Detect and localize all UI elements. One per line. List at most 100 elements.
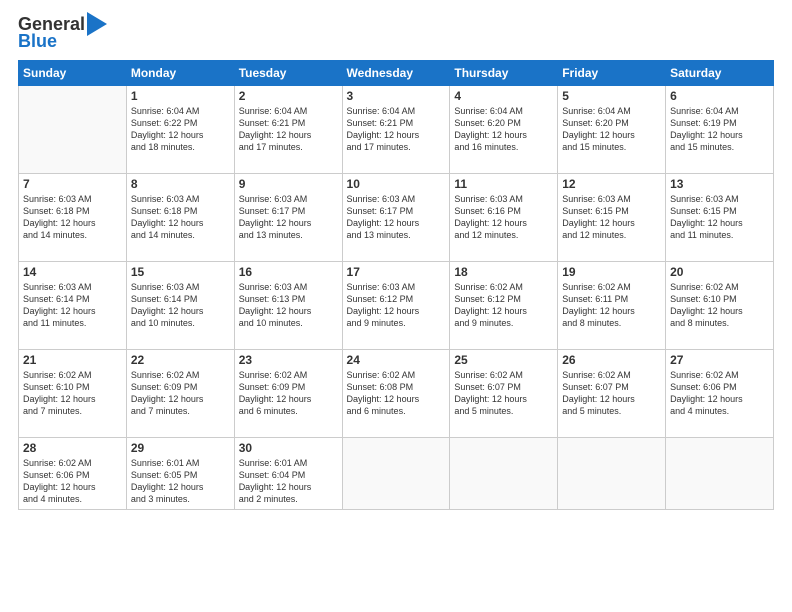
calendar-cell: 20Sunrise: 6:02 AM Sunset: 6:10 PM Dayli… xyxy=(666,262,774,350)
col-header-wednesday: Wednesday xyxy=(342,61,450,86)
logo-text-blue: Blue xyxy=(18,31,57,51)
day-info: Sunrise: 6:04 AM Sunset: 6:21 PM Dayligh… xyxy=(347,105,446,154)
day-info: Sunrise: 6:01 AM Sunset: 6:04 PM Dayligh… xyxy=(239,457,338,506)
calendar-cell: 8 Sunrise: 6:03 AM Sunset: 6:18 PM Daylig… xyxy=(126,174,234,262)
day-info: Sunrise: 6:04 AM Sunset: 6:20 PM Dayligh… xyxy=(454,105,553,154)
day-info: Sunrise: 6:04 AM Sunset: 6:20 PM Dayligh… xyxy=(562,105,661,154)
logo: General Blue xyxy=(18,14,107,52)
calendar-week-2: 7 Sunrise: 6:03 AM Sunset: 6:18 PM Daylig… xyxy=(19,174,774,262)
calendar-cell: 9Sunrise: 6:03 AM Sunset: 6:17 PM Daylig… xyxy=(234,174,342,262)
calendar-cell xyxy=(450,438,558,510)
day-number: 17 xyxy=(347,265,446,279)
day-info: Sunrise: 6:04 AM Sunset: 6:22 PM Dayligh… xyxy=(131,105,230,154)
calendar-cell: 30 Sunrise: 6:01 AM Sunset: 6:04 PM Dayli… xyxy=(234,438,342,510)
calendar-cell: 4 Sunrise: 6:04 AM Sunset: 6:20 PM Daylig… xyxy=(450,86,558,174)
calendar-cell: 26Sunrise: 6:02 AM Sunset: 6:07 PM Dayli… xyxy=(558,350,666,438)
col-header-thursday: Thursday xyxy=(450,61,558,86)
day-number: 6 xyxy=(670,89,769,103)
day-info: Sunrise: 6:02 AM Sunset: 6:12 PM Dayligh… xyxy=(454,281,553,330)
day-info: Sunrise: 6:04 AM Sunset: 6:19 PM Dayligh… xyxy=(670,105,769,154)
day-number: 13 xyxy=(670,177,769,191)
calendar-cell: 22 Sunrise: 6:02 AM Sunset: 6:09 PM Dayli… xyxy=(126,350,234,438)
calendar-week-1: 1Sunrise: 6:04 AM Sunset: 6:22 PM Daylig… xyxy=(19,86,774,174)
calendar-cell: 2Sunrise: 6:04 AM Sunset: 6:21 PM Daylig… xyxy=(234,86,342,174)
calendar-cell: 23 Sunrise: 6:02 AM Sunset: 6:09 PM Dayli… xyxy=(234,350,342,438)
calendar-cell: 10 Sunrise: 6:03 AM Sunset: 6:17 PM Dayli… xyxy=(342,174,450,262)
day-info: Sunrise: 6:03 AM Sunset: 6:13 PM Dayligh… xyxy=(239,281,338,330)
day-info: Sunrise: 6:02 AM Sunset: 6:10 PM Dayligh… xyxy=(23,369,122,418)
day-number: 25 xyxy=(454,353,553,367)
logo-icon xyxy=(87,12,107,36)
day-number: 30 xyxy=(239,441,338,455)
day-info: Sunrise: 6:03 AM Sunset: 6:14 PM Dayligh… xyxy=(23,281,122,330)
calendar-cell: 13 Sunrise: 6:03 AM Sunset: 6:15 PM Dayli… xyxy=(666,174,774,262)
day-number: 18 xyxy=(454,265,553,279)
header: General Blue xyxy=(18,14,774,52)
day-info: Sunrise: 6:04 AM Sunset: 6:21 PM Dayligh… xyxy=(239,105,338,154)
day-number: 4 xyxy=(454,89,553,103)
calendar-cell: 16 Sunrise: 6:03 AM Sunset: 6:13 PM Dayli… xyxy=(234,262,342,350)
calendar-week-3: 14 Sunrise: 6:03 AM Sunset: 6:14 PM Dayli… xyxy=(19,262,774,350)
day-number: 24 xyxy=(347,353,446,367)
day-info: Sunrise: 6:03 AM Sunset: 6:16 PM Dayligh… xyxy=(454,193,553,242)
day-info: Sunrise: 6:02 AM Sunset: 6:11 PM Dayligh… xyxy=(562,281,661,330)
calendar-cell: 17 Sunrise: 6:03 AM Sunset: 6:12 PM Dayli… xyxy=(342,262,450,350)
day-number: 14 xyxy=(23,265,122,279)
day-info: Sunrise: 6:03 AM Sunset: 6:18 PM Dayligh… xyxy=(23,193,122,242)
calendar-cell: 1Sunrise: 6:04 AM Sunset: 6:22 PM Daylig… xyxy=(126,86,234,174)
day-info: Sunrise: 6:01 AM Sunset: 6:05 PM Dayligh… xyxy=(131,457,230,506)
col-header-monday: Monday xyxy=(126,61,234,86)
calendar-cell: 18 Sunrise: 6:02 AM Sunset: 6:12 PM Dayli… xyxy=(450,262,558,350)
calendar-cell: 28Sunrise: 6:02 AM Sunset: 6:06 PM Dayli… xyxy=(19,438,127,510)
calendar-cell xyxy=(342,438,450,510)
day-info: Sunrise: 6:03 AM Sunset: 6:15 PM Dayligh… xyxy=(670,193,769,242)
day-info: Sunrise: 6:02 AM Sunset: 6:09 PM Dayligh… xyxy=(131,369,230,418)
calendar-week-5: 28Sunrise: 6:02 AM Sunset: 6:06 PM Dayli… xyxy=(19,438,774,510)
day-number: 8 xyxy=(131,177,230,191)
calendar-week-4: 21 Sunrise: 6:02 AM Sunset: 6:10 PM Dayli… xyxy=(19,350,774,438)
calendar-cell: 5Sunrise: 6:04 AM Sunset: 6:20 PM Daylig… xyxy=(558,86,666,174)
day-info: Sunrise: 6:02 AM Sunset: 6:07 PM Dayligh… xyxy=(454,369,553,418)
calendar-cell: 29 Sunrise: 6:01 AM Sunset: 6:05 PM Dayli… xyxy=(126,438,234,510)
calendar-cell: 15 Sunrise: 6:03 AM Sunset: 6:14 PM Dayli… xyxy=(126,262,234,350)
calendar-cell: 21 Sunrise: 6:02 AM Sunset: 6:10 PM Dayli… xyxy=(19,350,127,438)
day-number: 27 xyxy=(670,353,769,367)
page: General Blue SundayMondayTuesdayWednesda… xyxy=(0,0,792,612)
col-header-tuesday: Tuesday xyxy=(234,61,342,86)
day-number: 16 xyxy=(239,265,338,279)
day-number: 22 xyxy=(131,353,230,367)
calendar-cell: 11 Sunrise: 6:03 AM Sunset: 6:16 PM Dayli… xyxy=(450,174,558,262)
day-number: 26 xyxy=(562,353,661,367)
calendar-table: SundayMondayTuesdayWednesdayThursdayFrid… xyxy=(18,60,774,510)
day-info: Sunrise: 6:03 AM Sunset: 6:18 PM Dayligh… xyxy=(131,193,230,242)
calendar-cell xyxy=(558,438,666,510)
calendar-cell: 14 Sunrise: 6:03 AM Sunset: 6:14 PM Dayli… xyxy=(19,262,127,350)
calendar-cell: 3 Sunrise: 6:04 AM Sunset: 6:21 PM Daylig… xyxy=(342,86,450,174)
day-info: Sunrise: 6:03 AM Sunset: 6:17 PM Dayligh… xyxy=(347,193,446,242)
day-number: 28 xyxy=(23,441,122,455)
col-header-saturday: Saturday xyxy=(666,61,774,86)
day-info: Sunrise: 6:02 AM Sunset: 6:09 PM Dayligh… xyxy=(239,369,338,418)
day-number: 12 xyxy=(562,177,661,191)
day-info: Sunrise: 6:03 AM Sunset: 6:12 PM Dayligh… xyxy=(347,281,446,330)
day-number: 29 xyxy=(131,441,230,455)
day-number: 23 xyxy=(239,353,338,367)
day-info: Sunrise: 6:02 AM Sunset: 6:10 PM Dayligh… xyxy=(670,281,769,330)
day-number: 10 xyxy=(347,177,446,191)
day-number: 19 xyxy=(562,265,661,279)
day-number: 11 xyxy=(454,177,553,191)
calendar-cell: 27Sunrise: 6:02 AM Sunset: 6:06 PM Dayli… xyxy=(666,350,774,438)
day-info: Sunrise: 6:02 AM Sunset: 6:08 PM Dayligh… xyxy=(347,369,446,418)
calendar-cell xyxy=(19,86,127,174)
day-info: Sunrise: 6:03 AM Sunset: 6:17 PM Dayligh… xyxy=(239,193,338,242)
day-number: 21 xyxy=(23,353,122,367)
calendar-cell: 12 Sunrise: 6:03 AM Sunset: 6:15 PM Dayli… xyxy=(558,174,666,262)
calendar-cell: 25 Sunrise: 6:02 AM Sunset: 6:07 PM Dayli… xyxy=(450,350,558,438)
calendar-cell: 24 Sunrise: 6:02 AM Sunset: 6:08 PM Dayli… xyxy=(342,350,450,438)
day-number: 3 xyxy=(347,89,446,103)
day-number: 7 xyxy=(23,177,122,191)
day-info: Sunrise: 6:03 AM Sunset: 6:15 PM Dayligh… xyxy=(562,193,661,242)
day-info: Sunrise: 6:03 AM Sunset: 6:14 PM Dayligh… xyxy=(131,281,230,330)
day-number: 15 xyxy=(131,265,230,279)
col-header-friday: Friday xyxy=(558,61,666,86)
